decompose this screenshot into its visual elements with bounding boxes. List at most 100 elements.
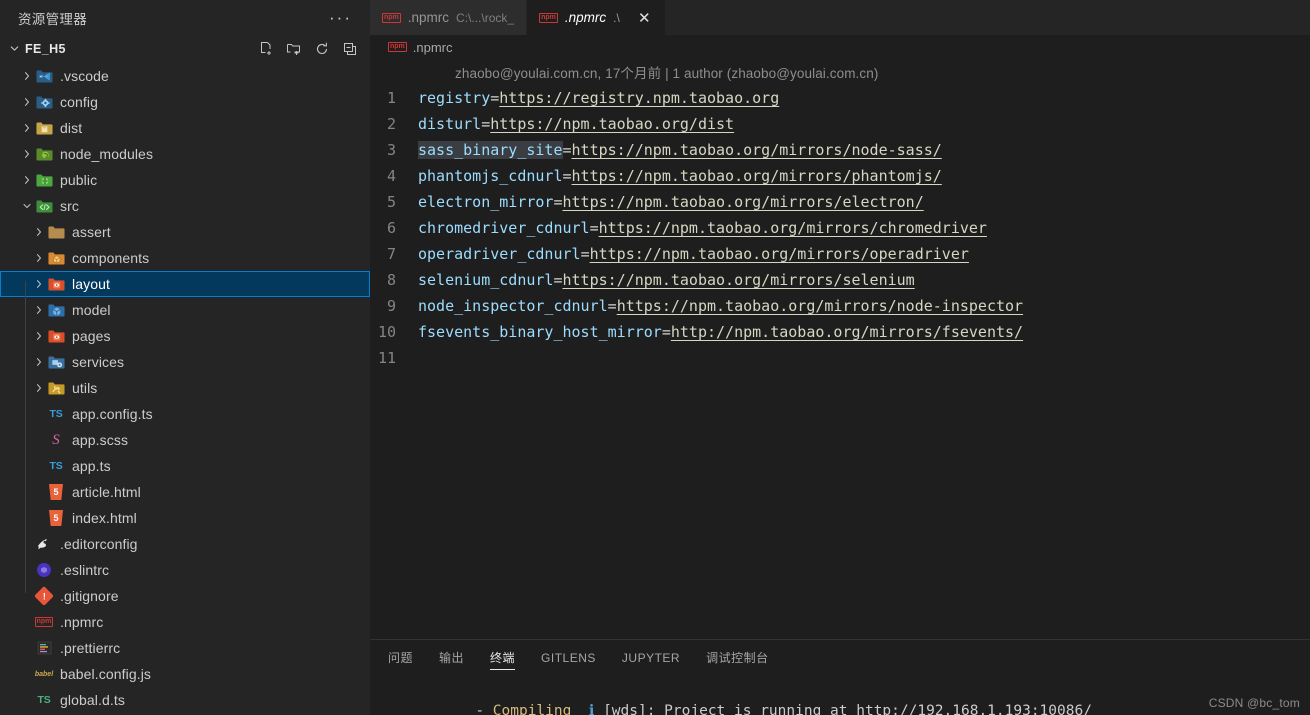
tree-item-editorconfig[interactable]: .editorconfig bbox=[0, 531, 370, 557]
terminal-output[interactable]: - Compiling ℹ [wds]: Project is running … bbox=[370, 675, 1310, 715]
folder-utils-icon bbox=[47, 379, 65, 397]
explorer-root-header[interactable]: FE_H5 bbox=[0, 35, 370, 62]
tree-item-eslintrc[interactable]: .eslintrc bbox=[0, 557, 370, 583]
new-folder-icon[interactable] bbox=[286, 41, 302, 57]
code-text: sass_binary_site=https://npm.taobao.org/… bbox=[418, 137, 942, 163]
html-file-icon: 5 bbox=[47, 509, 65, 527]
panel-tab-JUPYTER[interactable]: JUPYTER bbox=[622, 640, 680, 675]
line-number: 3 bbox=[386, 141, 396, 159]
tree-item-gitignore[interactable]: ! .gitignore bbox=[0, 583, 370, 609]
folder-node-icon bbox=[35, 145, 53, 163]
editor-tab-0[interactable]: npm .npmrc C:\...\rock_ bbox=[370, 0, 528, 35]
panel-tab-输出[interactable]: 输出 bbox=[439, 640, 464, 675]
panel-tab-GITLENS[interactable]: GITLENS bbox=[541, 640, 596, 675]
tree-item-label: .gitignore bbox=[60, 588, 119, 604]
tree-item-label: utils bbox=[72, 380, 98, 396]
chevron-right-icon[interactable] bbox=[18, 70, 35, 82]
chevron-right-icon[interactable] bbox=[30, 382, 47, 394]
new-file-icon[interactable] bbox=[258, 41, 274, 57]
workspace-root-label: FE_H5 bbox=[25, 41, 66, 56]
tree-item-src[interactable]: src bbox=[0, 193, 370, 219]
explorer-actions bbox=[258, 41, 358, 57]
tree-item-public[interactable]: public bbox=[0, 167, 370, 193]
chevron-right-icon[interactable] bbox=[30, 304, 47, 316]
breadcrumb[interactable]: npm .npmrc bbox=[370, 35, 1310, 59]
more-actions-icon[interactable]: ··· bbox=[327, 9, 354, 26]
tree-item-app-config-ts[interactable]: TS app.config.ts bbox=[0, 401, 370, 427]
config-url-link[interactable]: https://npm.taobao.org/mirrors/chromedri… bbox=[599, 219, 987, 237]
config-url-link[interactable]: https://registry.npm.taobao.org bbox=[499, 89, 779, 107]
line-number: 1 bbox=[386, 89, 396, 107]
chevron-right-icon[interactable] bbox=[18, 122, 35, 134]
tree-item-prettierrc[interactable]: .prettierrc bbox=[0, 635, 370, 661]
chevron-right-icon[interactable] bbox=[30, 356, 47, 368]
tree-item-layout[interactable]: layout bbox=[0, 271, 370, 297]
tree-item-label: public bbox=[60, 172, 98, 188]
folder-src-icon bbox=[35, 197, 53, 215]
tree-item-label: .editorconfig bbox=[60, 536, 138, 552]
chevron-down-icon[interactable] bbox=[6, 41, 22, 57]
config-url-link[interactable]: https://npm.taobao.org/mirrors/electron/ bbox=[563, 193, 924, 211]
code-content[interactable]: 1 registry=https://registry.npm.taobao.or… bbox=[370, 85, 1310, 371]
chevron-right-icon[interactable] bbox=[30, 278, 47, 290]
tree-item-npmrc[interactable]: npm .npmrc bbox=[0, 609, 370, 635]
editor-area: npm .npmrc C:\...\rock_ npm .npmrc .\ ✕ npm .n… bbox=[370, 0, 1310, 715]
tree-item-app-scss[interactable]: Sapp.scss bbox=[0, 427, 370, 453]
config-url-link[interactable]: https://npm.taobao.org/mirrors/node-sass… bbox=[572, 141, 942, 159]
line-number: 11 bbox=[377, 349, 396, 367]
panel-tab-list: 问题 输出 终端 GITLENS JUPYTER 调试控制台 bbox=[370, 640, 1310, 675]
tree-item-vscode[interactable]: .vscode bbox=[0, 63, 370, 89]
bottom-panel: 问题 输出 终端 GITLENS JUPYTER 调试控制台 - Compiling ℹ … bbox=[370, 639, 1310, 715]
panel-tab-问题[interactable]: 问题 bbox=[388, 640, 413, 675]
tree-item-label: .vscode bbox=[60, 68, 109, 84]
panel-tab-调试控制台[interactable]: 调试控制台 bbox=[706, 640, 769, 675]
tree-item-label: app.config.ts bbox=[72, 406, 153, 422]
chevron-right-icon[interactable] bbox=[30, 330, 47, 342]
close-icon[interactable]: ✕ bbox=[636, 9, 653, 27]
panel-tab-终端[interactable]: 终端 bbox=[490, 640, 516, 675]
tree-item-label: app.ts bbox=[72, 458, 111, 474]
config-url-link[interactable]: https://npm.taobao.org/mirrors/phantomjs… bbox=[572, 167, 942, 185]
tree-item-babel-config-js[interactable]: babel babel.config.js bbox=[0, 661, 370, 687]
config-url-link[interactable]: https://npm.taobao.org/mirrors/operadriv… bbox=[590, 245, 969, 263]
tree-item-app-ts[interactable]: TS app.ts bbox=[0, 453, 370, 479]
config-key: disturl bbox=[418, 115, 482, 133]
config-url-link[interactable]: http://npm.taobao.org/mirrors/fsevents/ bbox=[671, 323, 1023, 341]
code-editor[interactable]: zhaobo@youlai.com.cn, 17个月前 | 1 author (… bbox=[370, 59, 1310, 639]
equals-sign: = bbox=[589, 219, 599, 237]
tree-item-assert[interactable]: assert bbox=[0, 219, 370, 245]
code-line: 3 sass_binary_site=https://npm.taobao.org… bbox=[370, 137, 1310, 163]
tree-item-node-modules[interactable]: node_modules bbox=[0, 141, 370, 167]
chevron-right-icon[interactable] bbox=[30, 226, 47, 238]
code-line: 11 bbox=[370, 345, 1310, 371]
tree-item-label: babel.config.js bbox=[60, 666, 152, 682]
equals-sign: = bbox=[562, 167, 572, 185]
config-url-link[interactable]: https://npm.taobao.org/mirrors/node-insp… bbox=[617, 297, 1023, 315]
tree-item-components[interactable]: components bbox=[0, 245, 370, 271]
tree-item-label: .eslintrc bbox=[60, 562, 110, 578]
tree-item-model[interactable]: model bbox=[0, 297, 370, 323]
equals-sign: = bbox=[661, 323, 671, 341]
editor-tab-1[interactable]: npm .npmrc .\ ✕ bbox=[527, 0, 666, 35]
chevron-down-icon[interactable] bbox=[18, 200, 35, 212]
chevron-right-icon[interactable] bbox=[18, 148, 35, 160]
tree-item-index-html[interactable]: 5 index.html bbox=[0, 505, 370, 531]
tree-item-dist[interactable]: dist bbox=[0, 115, 370, 141]
config-url-link[interactable]: https://npm.taobao.org/mirrors/selenium bbox=[563, 271, 915, 289]
chevron-right-icon[interactable] bbox=[18, 174, 35, 186]
collapse-all-icon[interactable] bbox=[342, 41, 358, 57]
code-text: fsevents_binary_host_mirror=http://npm.t… bbox=[418, 319, 1023, 345]
refresh-icon[interactable] bbox=[314, 41, 330, 57]
chevron-right-icon[interactable] bbox=[18, 96, 35, 108]
npm-icon: npm bbox=[382, 12, 401, 23]
ts-file-icon: TS bbox=[49, 460, 63, 472]
chevron-right-icon[interactable] bbox=[30, 252, 47, 264]
tree-item-global-d-ts[interactable]: TS global.d.ts bbox=[0, 687, 370, 713]
config-url-link[interactable]: https://npm.taobao.org/dist bbox=[490, 115, 734, 133]
tree-item-config[interactable]: config bbox=[0, 89, 370, 115]
tree-item-pages[interactable]: pages bbox=[0, 323, 370, 349]
tree-item-utils[interactable]: utils bbox=[0, 375, 370, 401]
config-key: selenium_cdnurl bbox=[418, 271, 554, 289]
tree-item-article-html[interactable]: 5 article.html bbox=[0, 479, 370, 505]
tree-item-services[interactable]: services bbox=[0, 349, 370, 375]
